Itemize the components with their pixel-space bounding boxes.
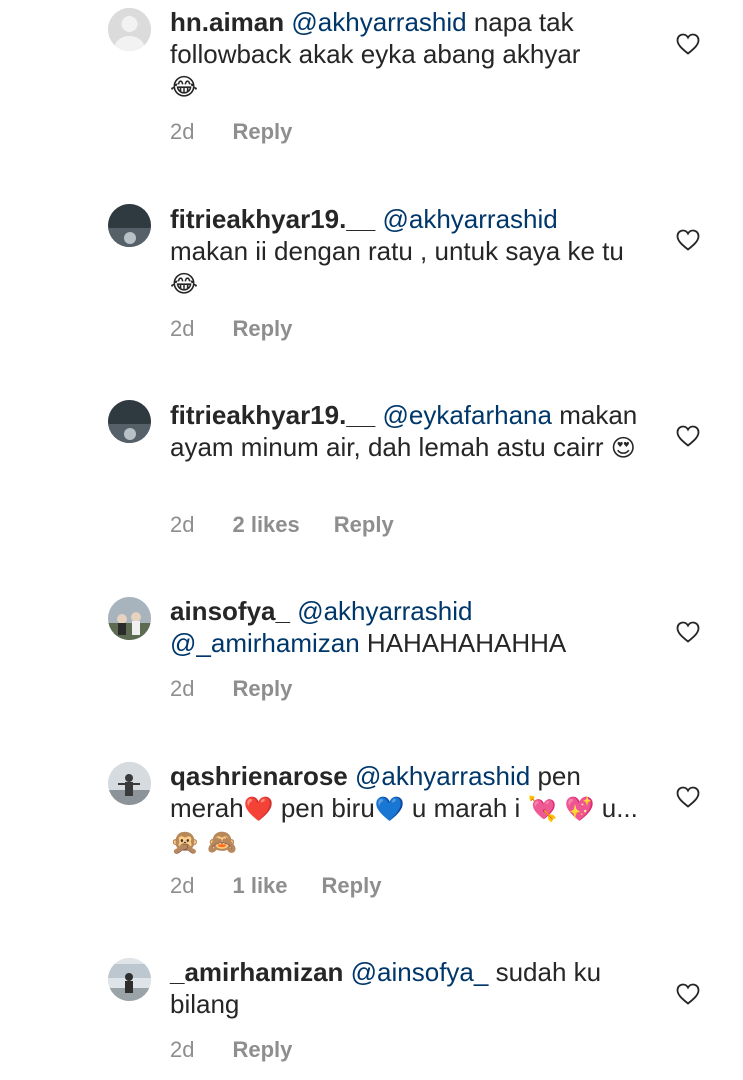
comment-body: makan ii dengan ratu , untuk saya ke tu: [170, 236, 624, 266]
comment-text: fitrieakhyar19.__ @eykafarhana makan aya…: [170, 399, 640, 464]
heart-outline-icon[interactable]: [676, 786, 700, 808]
heart-outline-icon[interactable]: [676, 621, 700, 643]
comment-mention[interactable]: @ainsofya_: [351, 957, 489, 987]
comment-text: ainsofya_ @akhyarrashid @_amirhamizan HA…: [170, 595, 640, 659]
comment-username[interactable]: ainsofya_: [170, 596, 290, 626]
comment-text: qashrienarose @akhyarrashid pen merah❤️ …: [170, 760, 640, 858]
emoji: 💖: [564, 795, 595, 823]
emoji: 🙈: [207, 828, 238, 856]
comment-username[interactable]: _amirhamizan: [170, 957, 343, 987]
heart-outline-icon[interactable]: [676, 983, 700, 1005]
comment-time: 2d: [170, 512, 195, 537]
comment-time: 2d: [170, 119, 195, 144]
comment-time: 2d: [170, 676, 195, 701]
comment-body: pen biru: [273, 793, 375, 823]
reply-button[interactable]: Reply: [232, 316, 292, 342]
reply-button[interactable]: Reply: [232, 1037, 292, 1063]
comment-body: u marah i: [404, 793, 528, 823]
emoji: 😂: [170, 73, 199, 101]
avatar[interactable]: [108, 597, 151, 640]
emoji: 💘: [527, 795, 558, 823]
comment-username[interactable]: qashrienarose: [170, 761, 348, 791]
reply-button[interactable]: Reply: [232, 119, 292, 145]
comment-mention[interactable]: @_amirhamizan: [170, 628, 360, 658]
avatar[interactable]: [108, 762, 151, 805]
comment-username[interactable]: hn.aiman: [170, 7, 284, 37]
comment-text: hn.aiman @akhyarrashid napa tak followba…: [170, 6, 640, 103]
heart-outline-icon[interactable]: [676, 229, 700, 251]
comment-meta: 2d 1 like Reply: [170, 873, 415, 899]
avatar[interactable]: [108, 958, 151, 1001]
comment-username[interactable]: fitrieakhyar19.__: [170, 204, 375, 234]
heart-outline-icon[interactable]: [676, 425, 700, 447]
comment-mention[interactable]: @akhyarrashid: [382, 204, 557, 234]
comment-mention[interactable]: @akhyarrashid: [355, 761, 530, 791]
comment-username[interactable]: fitrieakhyar19.__: [170, 400, 375, 430]
comment-body: HAHAHAHAHHA: [359, 628, 567, 658]
comment-meta: 2d Reply: [170, 316, 326, 342]
comment-time: 2d: [170, 1037, 195, 1062]
reply-button[interactable]: Reply: [334, 512, 394, 538]
comment-text: fitrieakhyar19.__ @akhyarrashid makan ii…: [170, 203, 640, 300]
comment-mention[interactable]: @eykafarhana: [382, 400, 552, 430]
avatar[interactable]: [108, 8, 151, 51]
emoji: ❤️: [243, 795, 274, 823]
reply-button[interactable]: Reply: [232, 676, 292, 702]
likes-count[interactable]: 1 like: [232, 873, 287, 899]
avatar[interactable]: [108, 204, 151, 247]
comment-body: [557, 793, 564, 823]
comment-mention[interactable]: @akhyarrashid: [297, 596, 472, 626]
likes-count[interactable]: 2 likes: [232, 512, 299, 538]
comment-meta: 2d 2 likes Reply: [170, 512, 428, 538]
comment-meta: 2d Reply: [170, 119, 326, 145]
avatar[interactable]: [108, 400, 151, 443]
comment-meta: 2d Reply: [170, 1037, 326, 1063]
emoji: 🙊: [170, 828, 200, 856]
heart-outline-icon[interactable]: [676, 33, 700, 55]
emoji: 💙: [374, 795, 405, 823]
comment-meta: 2d Reply: [170, 676, 326, 702]
emoji: 😂: [170, 270, 199, 298]
comment-time: 2d: [170, 316, 195, 341]
comment-mention[interactable]: @akhyarrashid: [291, 7, 466, 37]
reply-button[interactable]: Reply: [322, 873, 382, 899]
comment-body: u...: [594, 793, 638, 823]
comment-time: 2d: [170, 873, 195, 898]
comment-text: _amirhamizan @ainsofya_ sudah ku bilang: [170, 956, 640, 1020]
emoji: 😍: [610, 434, 636, 462]
